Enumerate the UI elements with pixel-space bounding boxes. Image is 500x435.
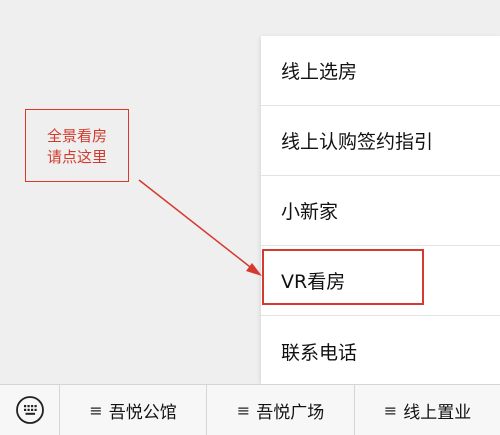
vr-highlight-box [262, 249, 424, 305]
tab-wuyue-guangchang[interactable]: ≡ 吾悦广场 [207, 385, 355, 435]
menu-item-xiaoxinjia[interactable]: 小新家 [261, 176, 500, 246]
tab-label: 吾悦广场 [256, 402, 325, 423]
keyboard-icon [15, 396, 44, 424]
callout-line-1: 全景看房 [46, 127, 107, 145]
annotation-callout: 全景看房 请点这里 [25, 109, 129, 182]
callout-line-2: 请点这里 [46, 148, 107, 166]
tab-wuyue-gongguan[interactable]: ≡ 吾悦公馆 [60, 385, 207, 435]
tab-online-purchase[interactable]: ≡ 线上置业 [355, 385, 500, 435]
menu-item-online-selection[interactable]: 线上选房 [261, 36, 500, 106]
keyboard-toggle-button[interactable] [0, 385, 60, 435]
bottom-tabbar: ≡ 吾悦公馆 ≡ 吾悦广场 ≡ 线上置业 [0, 384, 500, 435]
menu-item-label: 小新家 [281, 201, 339, 223]
menu-icon: ≡ [383, 400, 398, 420]
menu-icon: ≡ [236, 400, 251, 420]
popup-menu: 线上选房 线上认购签约指引 小新家 VR看房 联系电话 [261, 36, 500, 384]
menu-item-signing-guide[interactable]: 线上认购签约指引 [261, 106, 500, 176]
menu-item-contact-phone[interactable]: 联系电话 [261, 316, 500, 386]
tab-label: 线上置业 [403, 402, 472, 423]
tab-label: 吾悦公馆 [108, 402, 177, 423]
menu-item-label: 线上认购签约指引 [281, 131, 434, 153]
menu-icon: ≡ [89, 400, 103, 420]
menu-item-label: 联系电话 [281, 341, 358, 364]
menu-item-label: 线上选房 [281, 61, 358, 83]
